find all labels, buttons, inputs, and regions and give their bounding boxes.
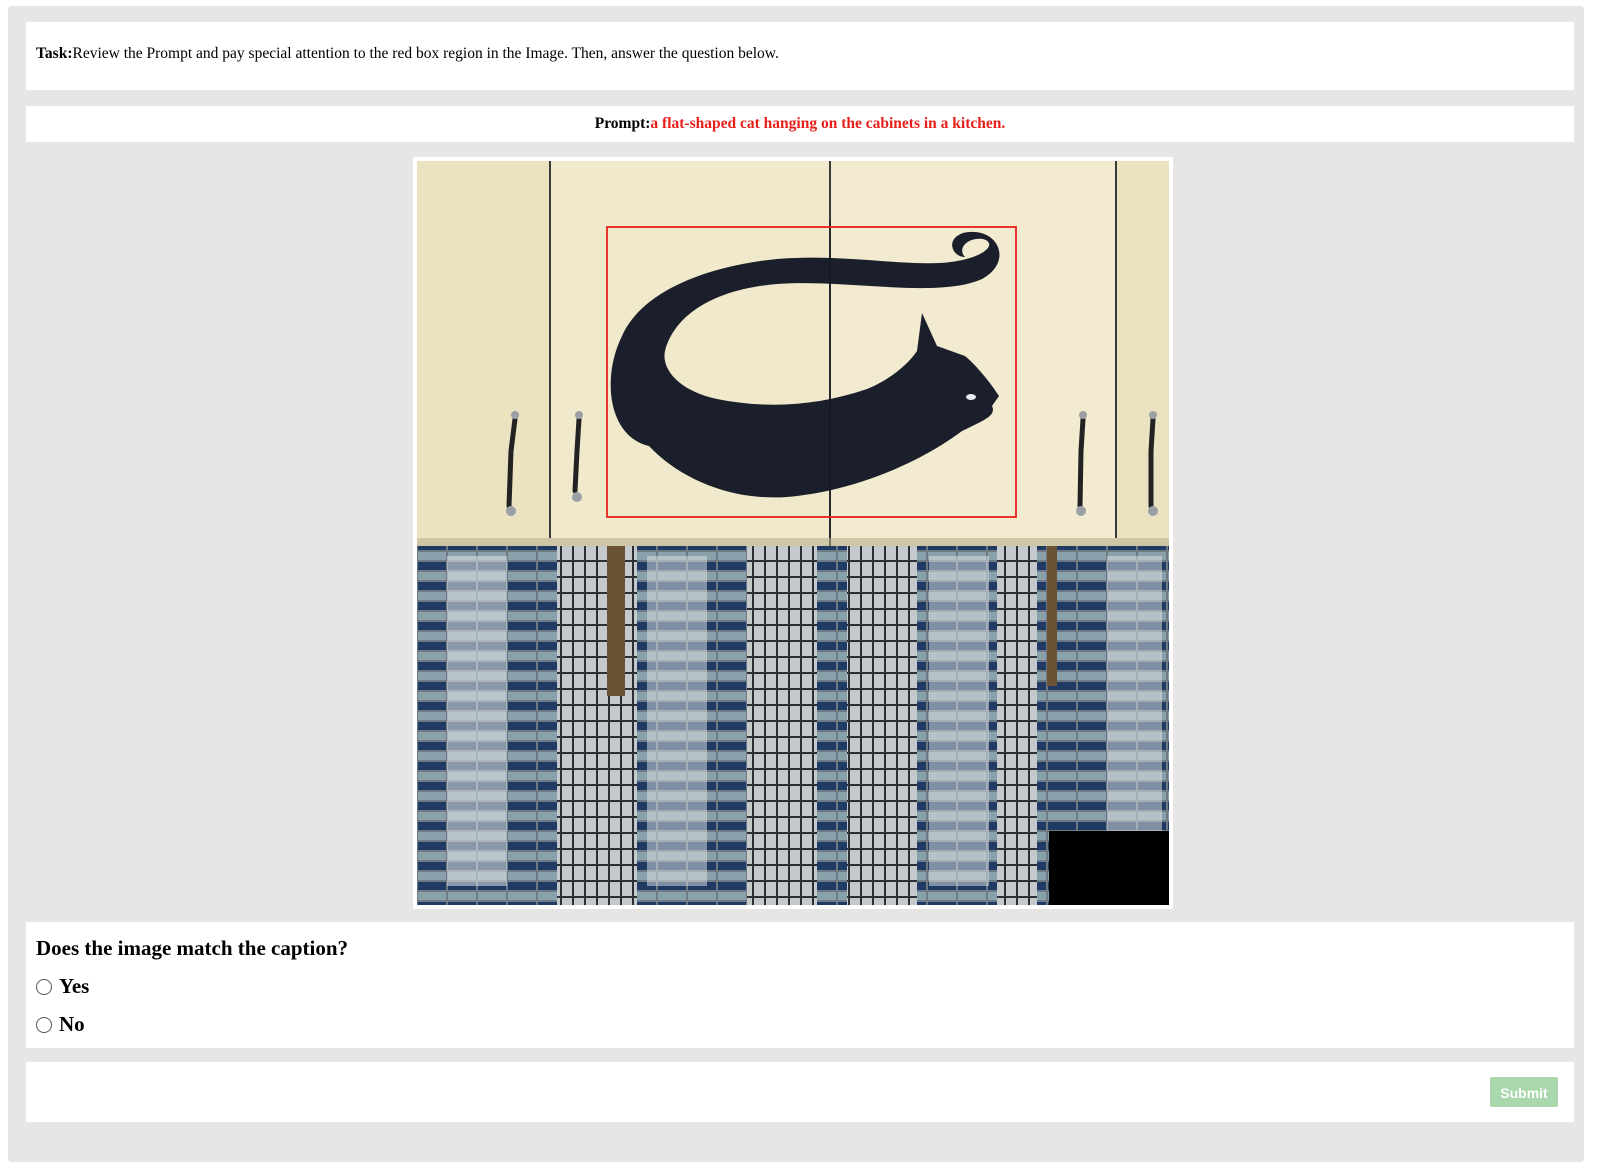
question-title: Does the image match the caption?	[36, 936, 349, 960]
kitchen-cat-image	[417, 161, 1169, 905]
option-no[interactable]: No	[36, 1012, 85, 1037]
question-panel: Does the image match the caption? Yes No	[26, 922, 1574, 1048]
submit-button[interactable]: Submit	[1490, 1077, 1558, 1107]
evaluation-image	[413, 157, 1173, 909]
black-patch	[1049, 831, 1169, 905]
tile-backsplash	[417, 546, 1169, 905]
radio-no[interactable]	[36, 1016, 52, 1033]
page-frame: Task:Review the Prompt and pay special a…	[8, 6, 1584, 1162]
prompt-label: Prompt:	[594, 115, 651, 132]
task-text: Review the Prompt and pay special attent…	[72, 45, 779, 62]
task-label: Task:	[36, 45, 73, 62]
task-panel: Task:Review the Prompt and pay special a…	[26, 22, 1574, 90]
radio-yes[interactable]	[36, 978, 52, 995]
task-instructions: Task:Review the Prompt and pay special a…	[36, 45, 779, 63]
option-no-label: No	[59, 1012, 85, 1036]
submit-panel: Submit	[26, 1062, 1574, 1122]
option-yes[interactable]: Yes	[36, 974, 89, 999]
option-yes-label: Yes	[59, 974, 90, 998]
prompt-panel: Prompt:a flat-shaped cat hanging on the …	[26, 106, 1574, 142]
prompt-caption: a flat-shaped cat hanging on the cabinet…	[650, 115, 1006, 132]
prompt-line: Prompt:a flat-shaped cat hanging on the …	[26, 115, 1574, 133]
